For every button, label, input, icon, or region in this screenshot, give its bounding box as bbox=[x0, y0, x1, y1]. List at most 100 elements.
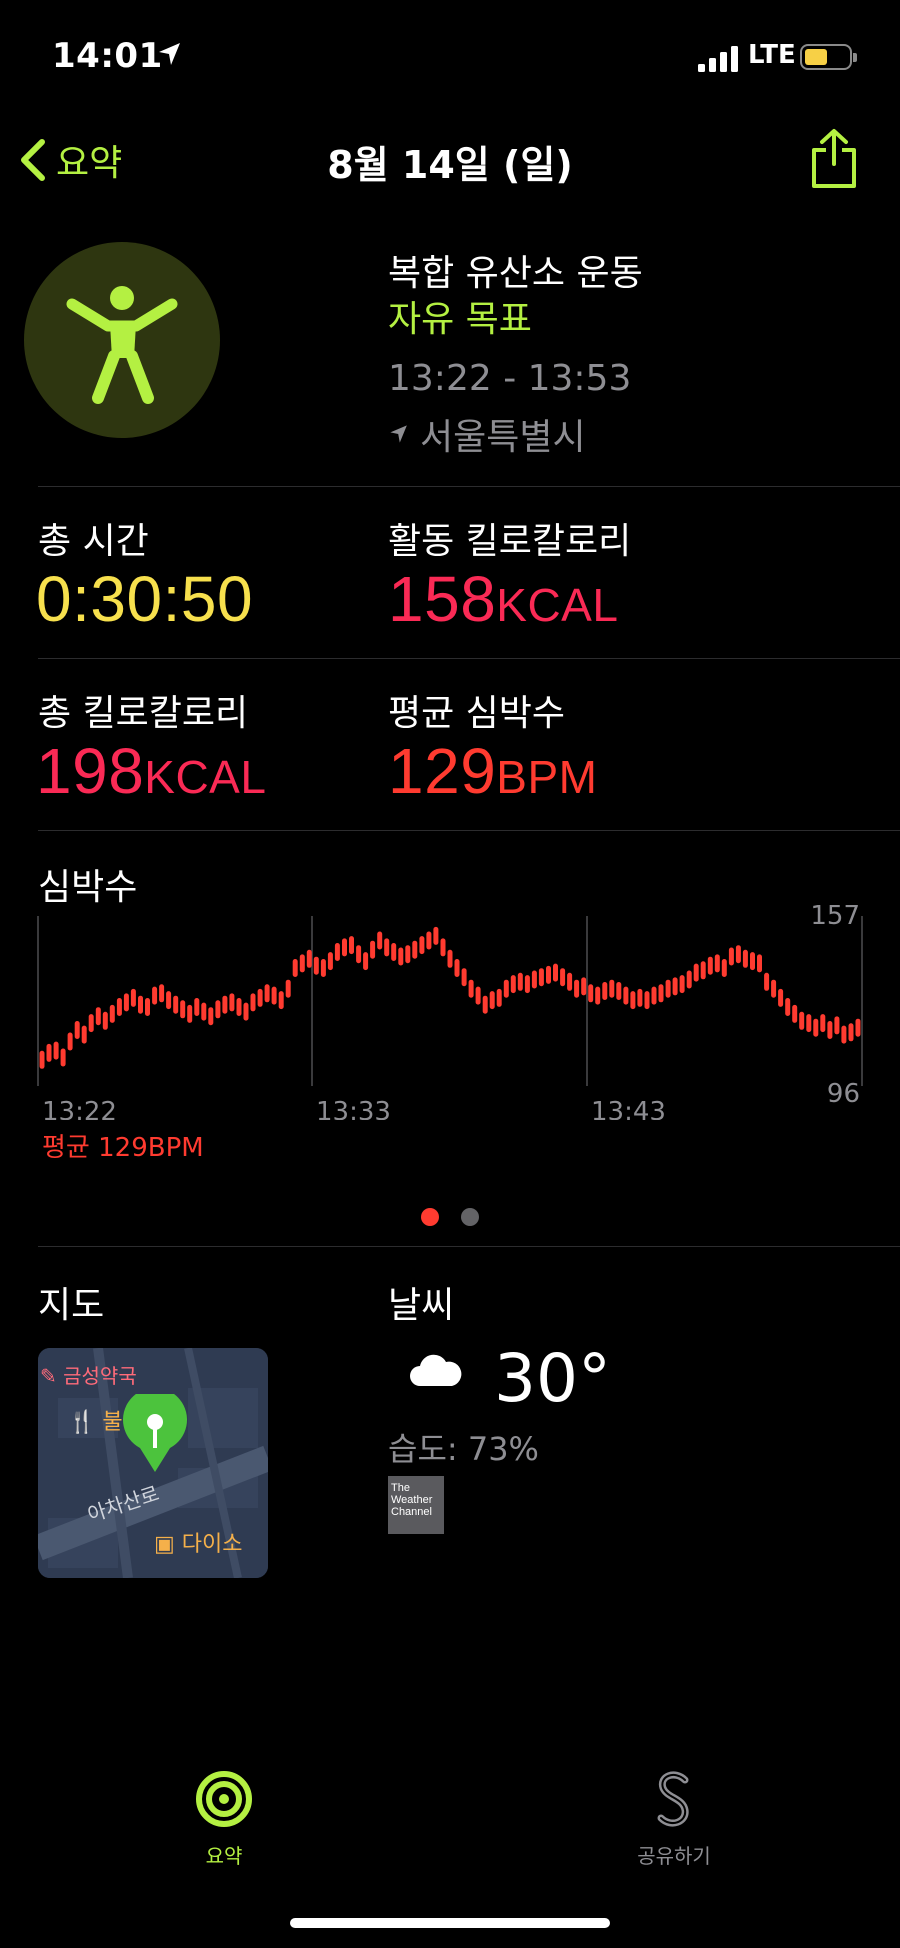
workout-icon-circle bbox=[24, 242, 220, 438]
heart-rate-point bbox=[827, 1021, 833, 1039]
heart-rate-point bbox=[187, 1004, 193, 1023]
heart-rate-point bbox=[848, 1023, 854, 1042]
active-kcal-unit: KCAL bbox=[496, 579, 619, 631]
heart-rate-point bbox=[250, 993, 256, 1012]
heart-rate-point bbox=[538, 968, 544, 987]
avg-hr-label: 평균 심박수 bbox=[388, 693, 566, 734]
home-indicator bbox=[290, 1918, 610, 1928]
location-arrow-icon bbox=[159, 43, 180, 65]
weather-channel-logo: The Weather Channel bbox=[388, 1476, 444, 1534]
heart-rate-point bbox=[524, 975, 530, 994]
map-title: 지도 bbox=[38, 1285, 105, 1326]
tab-sharing[interactable]: 공유하기 bbox=[604, 1770, 744, 1869]
heart-rate-point bbox=[475, 986, 481, 1005]
heart-rate-point bbox=[194, 998, 200, 1016]
cellular-signal-icon bbox=[698, 46, 738, 72]
heart-rate-point bbox=[482, 995, 488, 1014]
heart-rate-point bbox=[74, 1021, 80, 1039]
total-kcal-number: 198 bbox=[36, 735, 145, 807]
heart-rate-point bbox=[222, 995, 228, 1014]
heart-rate-point bbox=[426, 931, 432, 950]
page-dot[interactable] bbox=[461, 1208, 479, 1226]
map-label-pharmacy: ✎ 금성약국 bbox=[40, 1364, 137, 1388]
avg-hr-value: 129BPM bbox=[388, 734, 597, 808]
heart-rate-point bbox=[349, 936, 354, 955]
heart-rate-point bbox=[778, 988, 784, 1007]
heart-rate-point bbox=[433, 926, 439, 945]
heart-rate-point bbox=[46, 1043, 52, 1062]
back-button[interactable]: 요약 bbox=[18, 134, 122, 186]
tab-sharing-label: 공유하기 bbox=[637, 1844, 711, 1868]
heart-rate-point bbox=[503, 979, 509, 998]
y-min-label: 96 bbox=[827, 1079, 860, 1109]
heart-rate-point bbox=[651, 986, 657, 1005]
share-icon[interactable] bbox=[808, 128, 860, 190]
heart-rate-point bbox=[67, 1032, 73, 1051]
heart-rate-point bbox=[306, 949, 312, 968]
heart-rate-point bbox=[742, 949, 748, 968]
heart-rate-point bbox=[700, 961, 706, 980]
heart-rate-point bbox=[630, 991, 636, 1010]
sharing-icon bbox=[657, 1771, 689, 1827]
heart-rate-point bbox=[841, 1025, 847, 1044]
heart-rate-point bbox=[623, 986, 629, 1005]
tab-summary[interactable]: 요약 bbox=[154, 1770, 294, 1869]
active-kcal-value: 158KCAL bbox=[388, 562, 618, 636]
heart-rate-point bbox=[496, 988, 502, 1007]
heart-rate-point bbox=[489, 991, 495, 1010]
heart-rate-point bbox=[686, 970, 692, 989]
summary-rings-icon bbox=[196, 1771, 252, 1827]
total-kcal-unit: KCAL bbox=[144, 751, 267, 803]
total-time-value: 0:30:50 bbox=[36, 563, 254, 635]
workout-time-range: 13:22 - 13:53 bbox=[388, 358, 632, 399]
heart-rate-point bbox=[609, 979, 615, 998]
heart-rate-point bbox=[721, 959, 727, 977]
heart-rate-point bbox=[616, 982, 622, 1000]
heart-rate-point bbox=[560, 968, 566, 987]
heart-rate-point bbox=[553, 963, 558, 982]
heart-rate-point bbox=[672, 977, 678, 996]
heart-rate-point bbox=[419, 936, 425, 955]
heart-rate-point bbox=[102, 1011, 108, 1030]
heart-rate-point bbox=[637, 988, 643, 1007]
network-type: LTE bbox=[748, 40, 796, 70]
heart-rate-point bbox=[728, 947, 734, 966]
heart-rate-point bbox=[377, 931, 383, 950]
heart-rate-point bbox=[53, 1041, 59, 1060]
map-pin-icon bbox=[123, 1394, 187, 1472]
page-dot-active[interactable] bbox=[421, 1208, 439, 1226]
map-label-store: ▣ 다이소 bbox=[154, 1532, 243, 1557]
route-map[interactable]: ✎ 금성약국 🍴 불 아차산로 ▣ 다이소 bbox=[38, 1348, 268, 1578]
heart-rate-point bbox=[468, 979, 474, 998]
heart-rate-point bbox=[334, 943, 340, 961]
heart-rate-point bbox=[201, 1002, 207, 1021]
heart-rate-point bbox=[159, 984, 165, 1003]
workout-goal: 자유 목표 bbox=[388, 299, 532, 340]
heart-rate-point bbox=[799, 1011, 805, 1030]
divider bbox=[38, 658, 900, 659]
tab-summary-label: 요약 bbox=[205, 1844, 243, 1868]
heart-rate-point bbox=[665, 979, 671, 998]
heart-rate-point bbox=[370, 940, 376, 959]
heart-rate-point bbox=[574, 979, 580, 998]
divider bbox=[38, 486, 900, 487]
heart-rate-point bbox=[81, 1025, 87, 1044]
x-tick-label: 13:22 bbox=[42, 1097, 117, 1120]
weather-temperature: 30° bbox=[494, 1340, 611, 1417]
heart-rate-point bbox=[602, 982, 608, 1000]
heart-rate-point bbox=[447, 949, 453, 968]
map-label-restaurant: 🍴 불 bbox=[68, 1410, 123, 1435]
divider bbox=[38, 1246, 900, 1247]
heart-rate-point bbox=[208, 1007, 214, 1026]
heart-rate-point bbox=[215, 1000, 221, 1019]
heart-rate-point bbox=[271, 986, 277, 1005]
heart-rate-chart[interactable]: 13:22 13:33 13:43 157 96 bbox=[0, 900, 900, 1120]
heart-rate-point bbox=[510, 975, 516, 994]
heart-rate-point bbox=[292, 959, 298, 977]
avg-hr-unit: BPM bbox=[496, 751, 598, 803]
heart-rate-point bbox=[278, 991, 284, 1010]
heart-rate-point bbox=[95, 1007, 101, 1026]
heart-rate-point bbox=[363, 952, 369, 971]
heart-rate-point bbox=[813, 1018, 819, 1037]
heart-rate-point bbox=[531, 970, 537, 989]
